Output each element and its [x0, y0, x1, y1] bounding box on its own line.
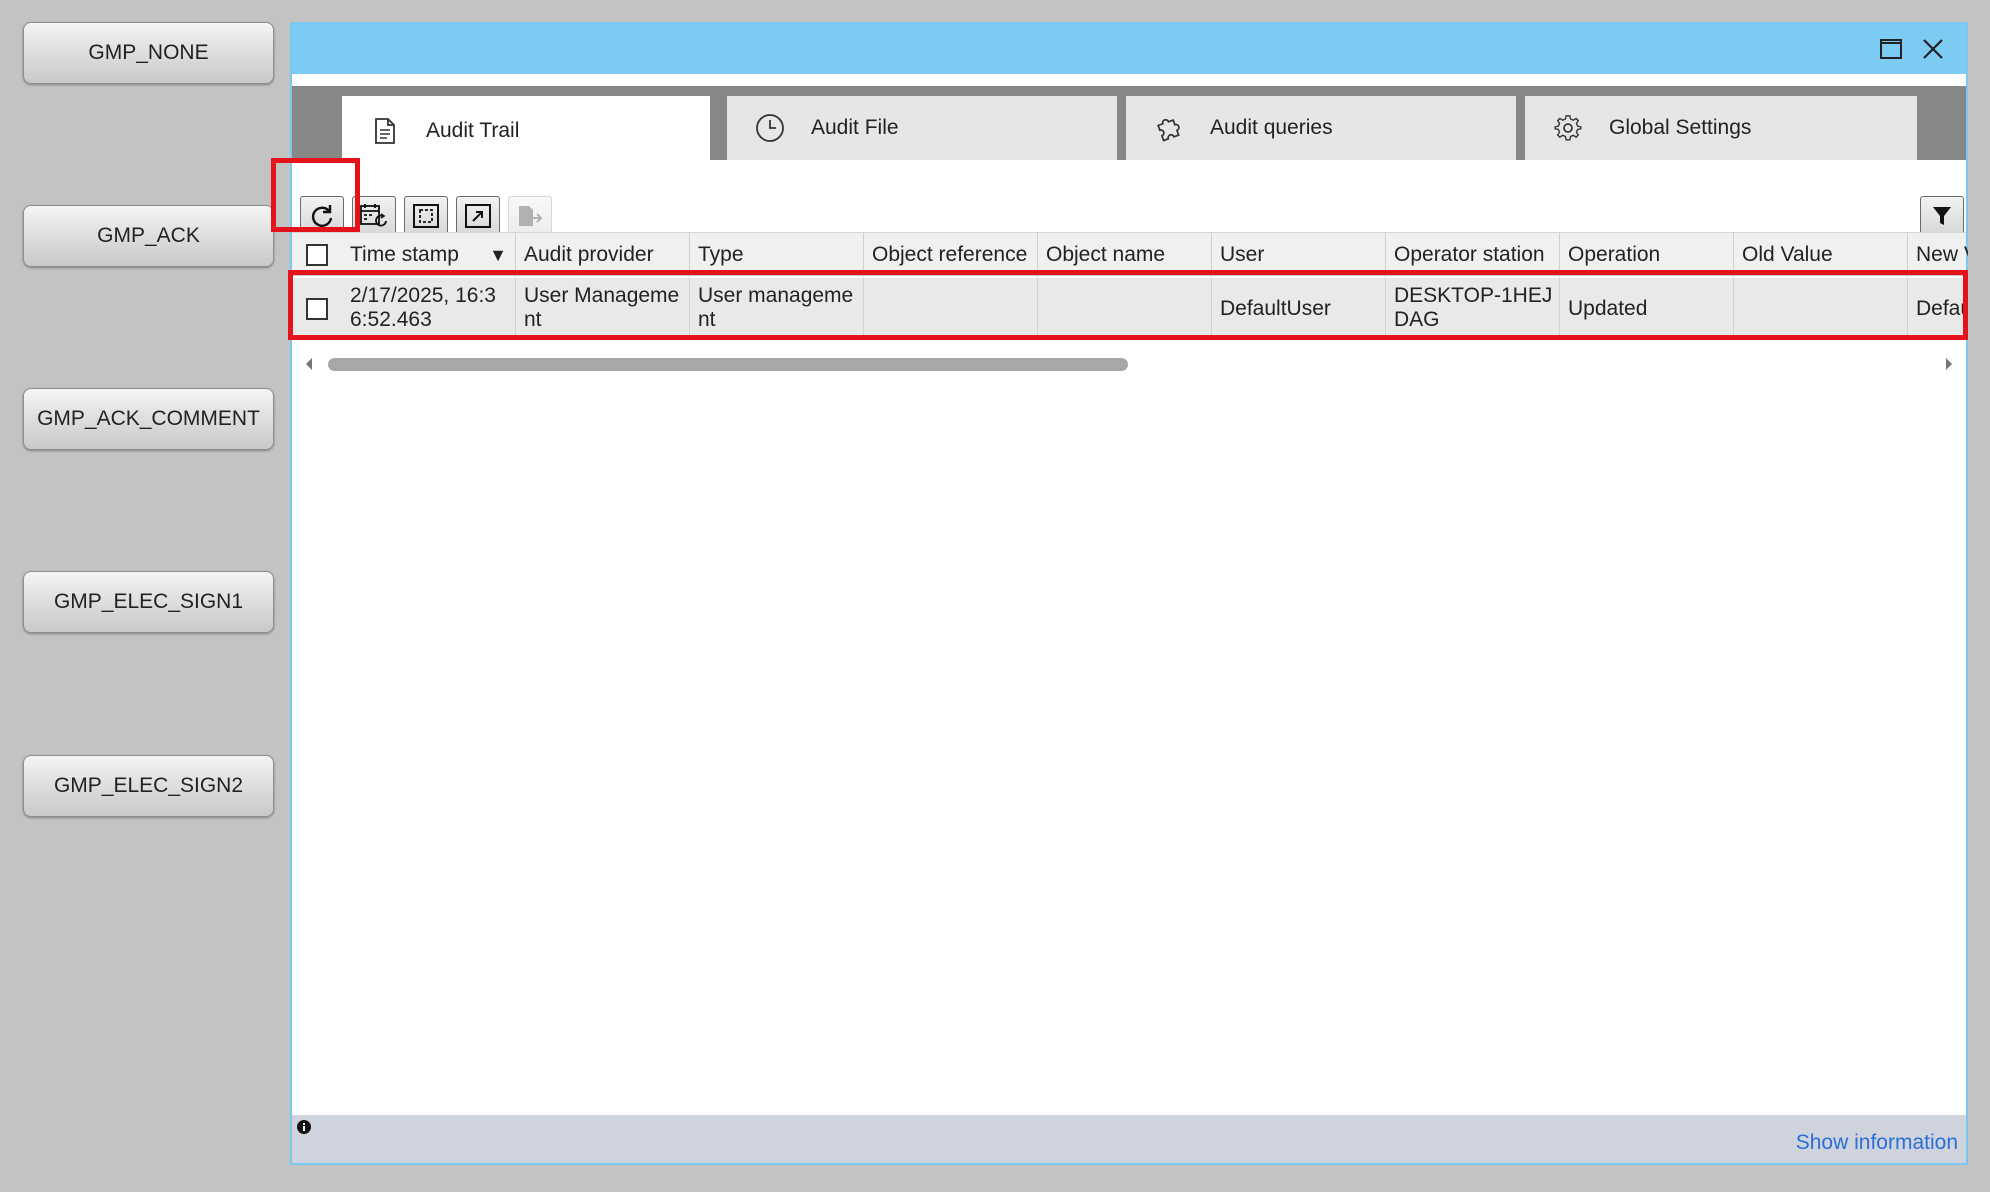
cell-type: User management	[690, 278, 864, 340]
filter-icon	[1932, 205, 1952, 232]
gmp-elec-sign1-button[interactable]: GMP_ELEC_SIGN1	[23, 571, 274, 633]
tab-audit-queries[interactable]: Audit queries	[1126, 96, 1516, 160]
tab-audit-file[interactable]: Audit File	[727, 96, 1117, 160]
column-label: Object reference	[872, 243, 1028, 266]
column-label: Object name	[1046, 243, 1166, 266]
column-header-new-value[interactable]: New Value	[1908, 233, 1968, 277]
gmp-ack-button[interactable]: GMP_ACK	[23, 205, 274, 267]
cell-audit-provider: User Management	[516, 278, 690, 340]
select-area-icon	[412, 203, 440, 234]
tab-audit-trail[interactable]: Audit Trail	[342, 96, 710, 166]
column-header-object-name[interactable]: Object name	[1038, 233, 1212, 277]
cell-operator-station: DESKTOP-1HEJDAG	[1386, 278, 1560, 340]
refresh-icon	[309, 203, 335, 234]
cell-user: DefaultUser	[1212, 278, 1386, 340]
scroll-left-icon[interactable]	[304, 356, 314, 377]
column-header-audit-provider[interactable]: Audit provider	[516, 233, 690, 277]
column-label: New Value	[1916, 243, 1968, 266]
scrollbar-thumb[interactable]	[328, 358, 1128, 371]
cell-time-stamp: 2/17/2025, 16:36:52.463	[342, 278, 516, 340]
sort-descending-icon[interactable]: ▼	[489, 245, 507, 266]
column-label: Audit provider	[524, 243, 654, 266]
gmp-elec-sign2-button[interactable]: GMP_ELEC_SIGN2	[23, 755, 274, 817]
gmp-none-button[interactable]: GMP_NONE	[23, 22, 274, 84]
gmp-ack-comment-button[interactable]: GMP_ACK_COMMENT	[23, 388, 274, 450]
column-header-type[interactable]: Type	[690, 233, 864, 277]
column-label: Old Value	[1742, 243, 1833, 266]
close-icon[interactable]	[1916, 32, 1950, 66]
column-header-user[interactable]: User	[1212, 233, 1386, 277]
tab-label: Audit File	[811, 116, 899, 139]
tab-label: Audit queries	[1210, 116, 1333, 139]
cell-object-name	[1038, 278, 1212, 340]
tab-label: Audit Trail	[426, 119, 520, 142]
status-bar: Show information	[292, 1115, 1966, 1163]
grid-header: Time stamp ▼ Audit provider Type Object …	[292, 232, 1968, 277]
puzzle-icon	[1152, 111, 1186, 145]
table-row[interactable]: 2/17/2025, 16:36:52.463 User Management …	[292, 278, 1966, 340]
scroll-right-icon[interactable]	[1944, 356, 1954, 377]
show-information-link[interactable]: Show information	[1796, 1131, 1958, 1155]
column-label: Operator station	[1394, 243, 1545, 266]
clock-icon	[753, 111, 787, 145]
column-header-operator-station[interactable]: Operator station	[1386, 233, 1560, 277]
select-all-checkbox[interactable]	[306, 244, 328, 266]
maximize-icon[interactable]	[1874, 32, 1908, 66]
cell-operation: Updated	[1560, 278, 1734, 340]
column-label: User	[1220, 243, 1265, 266]
cell-object-reference	[864, 278, 1038, 340]
row-checkbox[interactable]	[306, 298, 328, 320]
gear-icon	[1551, 111, 1585, 145]
horizontal-scrollbar[interactable]	[292, 354, 1966, 376]
info-icon	[296, 1119, 312, 1140]
move-icon	[464, 203, 492, 234]
cell-old-value	[1734, 278, 1908, 340]
audit-window: Audit Trail Audit File Audit queries Glo…	[290, 22, 1968, 1165]
column-header-old-value[interactable]: Old Value	[1734, 233, 1908, 277]
title-bar	[292, 24, 1966, 74]
column-header-object-reference[interactable]: Object reference	[864, 233, 1038, 277]
column-label: Operation	[1568, 243, 1661, 266]
tab-label: Global Settings	[1609, 116, 1752, 139]
tab-global-settings[interactable]: Global Settings	[1525, 96, 1917, 160]
export-icon	[516, 203, 544, 234]
column-header-operation[interactable]: Operation	[1560, 233, 1734, 277]
column-header-time-stamp[interactable]: Time stamp ▼	[342, 233, 516, 277]
column-label: Type	[698, 243, 744, 266]
calendar-refresh-icon	[359, 202, 389, 235]
cell-new-value: DefaultUser	[1916, 297, 1966, 320]
document-icon	[368, 114, 402, 148]
column-label: Time stamp	[350, 243, 459, 266]
